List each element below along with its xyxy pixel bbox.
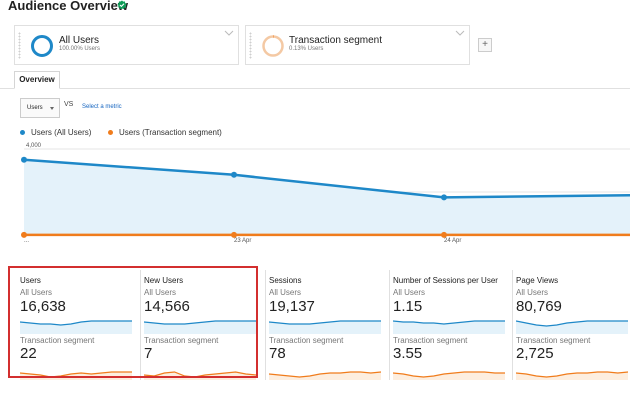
chevron-down-icon[interactable]	[224, 30, 234, 36]
y-tick-label: 4,000	[26, 143, 42, 149]
add-segment-button[interactable]: +	[478, 38, 492, 52]
metric-segment-label: Transaction segment	[393, 336, 468, 345]
users-line-chart: 4,0002,000...23 Apr24 Apr	[21, 143, 630, 244]
caret-down-icon	[50, 107, 54, 110]
legend-dot	[108, 130, 113, 135]
drag-handle[interactable]	[249, 32, 252, 59]
metric-dropdown-value: Users	[27, 105, 43, 111]
metric-segment-label: Transaction segment	[269, 336, 344, 345]
segment-subtitle: 100.00% Users	[59, 46, 101, 52]
sparkline-all-users	[516, 320, 628, 334]
page-title: Audience Overview	[8, 0, 128, 13]
data-point-transaction	[21, 231, 27, 238]
legend-label: Users (All Users)	[31, 128, 92, 137]
metric-title: Sessions	[269, 276, 302, 285]
sparkline-transaction	[269, 371, 381, 380]
segment-card-transaction[interactable]: Transaction segment 0.13% Users	[245, 25, 470, 65]
metric-card[interactable]: Sessions All Users 19,137 Transaction segme…	[265, 270, 387, 380]
tab-overview[interactable]: Overview	[14, 71, 60, 89]
segment-ring-icon	[262, 35, 284, 57]
metric-dropdown[interactable]: Users	[20, 98, 60, 118]
legend-label: Users (Transaction segment)	[119, 128, 222, 137]
select-metric-link[interactable]: Select a metric	[82, 104, 122, 110]
sparkline-transaction	[393, 371, 505, 380]
chevron-down-icon[interactable]	[455, 30, 465, 36]
x-tick-label: 24 Apr	[444, 238, 461, 244]
segment-card-all-users[interactable]: All Users 100.00% Users	[14, 25, 239, 65]
metric-value: 3.55	[393, 345, 423, 362]
metric-value: 78	[269, 345, 286, 362]
metric-value: 80,769	[516, 298, 562, 315]
segment-name: All Users	[59, 35, 100, 46]
x-tick-label: ...	[24, 238, 29, 244]
data-point-transaction	[231, 231, 237, 238]
metric-segment-label: Transaction segment	[516, 336, 591, 345]
metric-value: 19,137	[269, 298, 315, 315]
legend-dot	[20, 130, 25, 135]
data-point-all-users	[231, 171, 237, 178]
data-point-all-users	[21, 156, 27, 163]
card-divider	[265, 270, 266, 380]
segment-ring-icon	[31, 35, 53, 57]
card-divider	[389, 270, 390, 380]
highlight-box	[8, 266, 258, 378]
sparkline-all-users	[269, 320, 381, 334]
vs-label: VS	[64, 101, 74, 108]
page-header: Audience Overview	[0, 0, 630, 18]
metric-title: Page Views	[516, 276, 559, 285]
verified-check-icon	[117, 0, 127, 10]
tab-divider	[0, 88, 630, 89]
metric-value: 2,725	[516, 345, 554, 362]
metric-segment-label: All Users	[269, 288, 302, 297]
metric-segment-label: All Users	[393, 288, 426, 297]
x-tick-label: 23 Apr	[234, 238, 251, 244]
segment-subtitle: 0.13% Users	[289, 46, 324, 52]
metric-title: Number of Sessions per User	[393, 276, 498, 285]
metric-value: 1.15	[393, 298, 423, 315]
data-point-transaction	[441, 231, 447, 238]
metric-card[interactable]: Page Views All Users 80,769 Transaction seg…	[512, 270, 630, 380]
metric-card[interactable]: Number of Sessions per User All Users 1.15…	[389, 270, 511, 380]
metric-segment-label: All Users	[516, 288, 549, 297]
sparkline-all-users	[393, 320, 505, 334]
data-point-all-users	[441, 194, 447, 201]
segment-name: Transaction segment	[289, 35, 383, 46]
drag-handle[interactable]	[18, 32, 21, 59]
sparkline-transaction	[516, 371, 628, 380]
card-divider	[512, 270, 513, 380]
